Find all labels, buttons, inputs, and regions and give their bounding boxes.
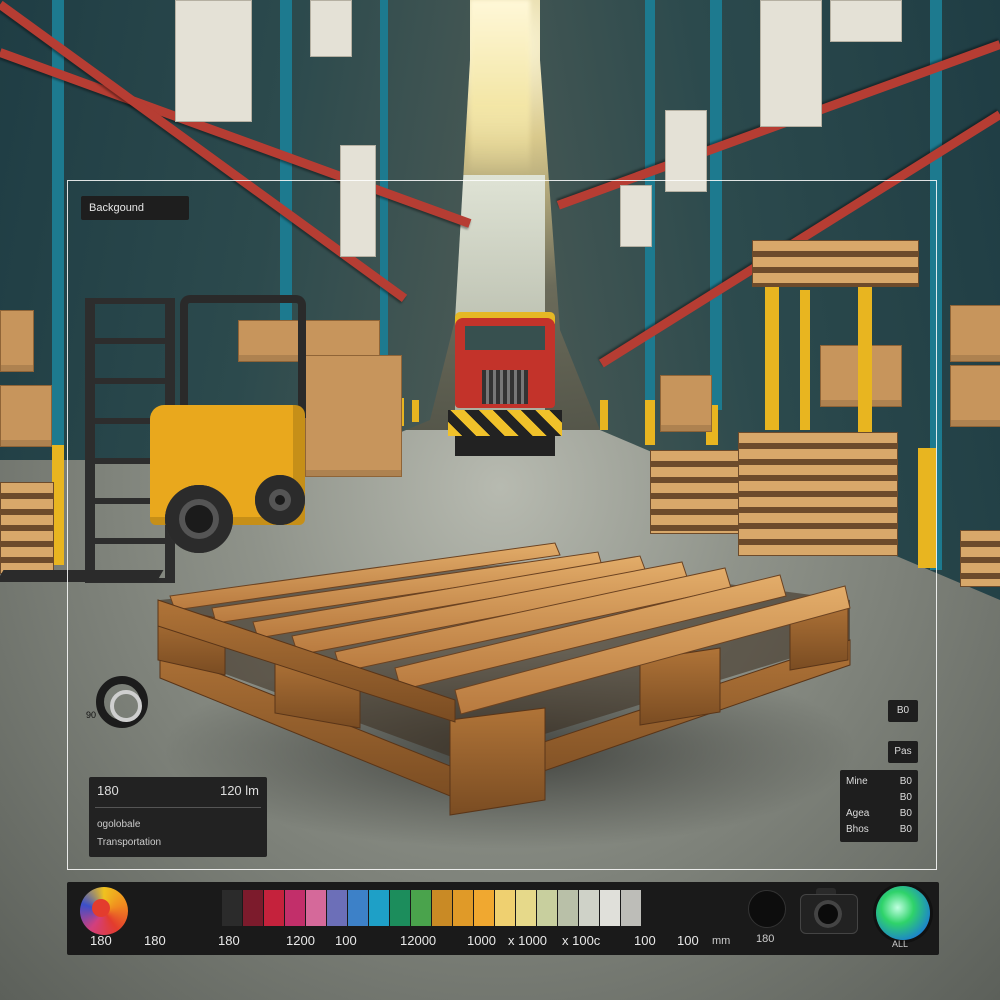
rotation-dial[interactable]: 90 — [86, 670, 164, 744]
toolbar-label: 180 — [218, 933, 240, 948]
color-swatch[interactable] — [390, 890, 410, 926]
color-swatch[interactable] — [369, 890, 389, 926]
color-wheel-icon[interactable] — [80, 887, 128, 935]
background-layer-tag[interactable]: Backgound — [81, 196, 189, 220]
toolbar-label: 12000 — [400, 933, 437, 948]
color-swatch[interactable] — [474, 890, 494, 926]
color-swatch[interactable] — [411, 890, 431, 926]
side-chip-1[interactable]: B0 — [888, 700, 918, 722]
color-swatch[interactable] — [600, 890, 620, 926]
info-panel-values: 180 120 lm — [97, 783, 259, 798]
color-swatch[interactable] — [348, 890, 368, 926]
color-swatch[interactable] — [621, 890, 641, 926]
color-swatch[interactable] — [558, 890, 578, 926]
toolbar-label: 100 — [335, 933, 357, 948]
side-value-table: Mine B0 B0 Agea B0 Bhos B0 — [840, 770, 918, 842]
toolbar-label: 180 — [144, 933, 166, 948]
toolbar-label: 1000 — [467, 933, 496, 948]
toolbar-label: x 100c — [562, 933, 601, 948]
color-swatch[interactable] — [306, 890, 326, 926]
toolbar-orb-label: ALL — [892, 939, 909, 949]
info-line-3: Transportation — [97, 837, 162, 848]
side-table-row: Bhos B0 — [846, 824, 912, 835]
info-divider — [95, 807, 261, 808]
toolbar-label: x 1000 — [508, 933, 548, 948]
color-swatch[interactable] — [222, 890, 242, 926]
selection-frame[interactable] — [67, 180, 937, 870]
color-swatch[interactable] — [516, 890, 536, 926]
color-swatch[interactable] — [285, 890, 305, 926]
toolbar-label: 180 — [756, 933, 775, 945]
camera-icon[interactable] — [796, 884, 860, 936]
info-panel: 180 120 lm ogolobale Transportation — [89, 777, 267, 857]
color-swatch[interactable] — [432, 890, 452, 926]
color-swatch[interactable] — [243, 890, 263, 926]
info-value-left: 180 — [97, 783, 119, 798]
black-circle-button[interactable] — [748, 890, 786, 928]
color-swatch[interactable] — [453, 890, 473, 926]
color-swatch[interactable] — [537, 890, 557, 926]
color-swatch[interactable] — [264, 890, 284, 926]
color-swatch[interactable] — [495, 890, 515, 926]
info-value-right: 120 lm — [219, 783, 259, 798]
green-orb-button[interactable] — [876, 886, 930, 940]
toolbar-unit: mm — [712, 935, 731, 947]
toolbar-label: 1200 — [286, 933, 315, 948]
side-chip-2[interactable]: Pas — [888, 741, 918, 763]
color-swatch[interactable] — [579, 890, 599, 926]
toolbar-label: 180 — [90, 933, 112, 948]
info-line-2: ogolobale — [97, 819, 141, 830]
dial-ring-icon — [96, 676, 148, 728]
dial-value: 90 — [86, 710, 97, 720]
side-table-row: Agea B0 — [846, 808, 912, 819]
color-swatch[interactable] — [327, 890, 347, 926]
side-table-row: Mine B0 — [846, 776, 912, 787]
toolbar-label: 100 — [634, 933, 656, 948]
toolbar-label: 100 — [677, 933, 699, 948]
side-table-row: B0 — [899, 792, 912, 803]
color-swatch-strip — [222, 890, 642, 926]
